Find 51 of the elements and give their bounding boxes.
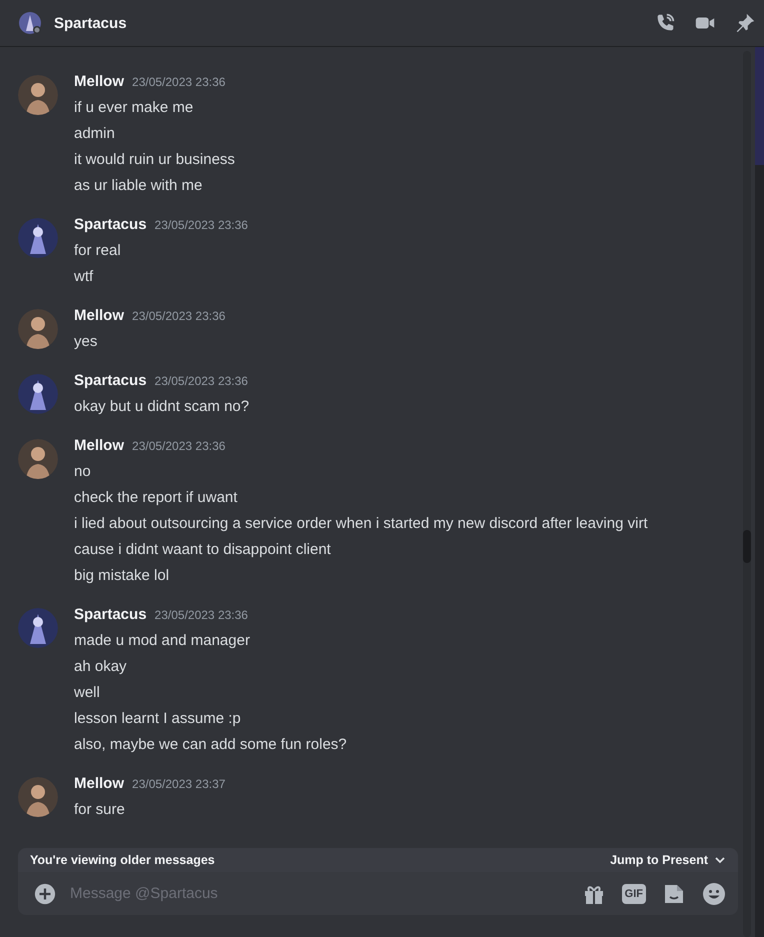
message-text: i lied about outsourcing a service order when i started my new discord after leaving virt (74, 514, 648, 534)
message-input[interactable]: Message @Spartacus GIF (18, 872, 738, 915)
message-text: admin (74, 124, 116, 144)
message-text: well (74, 683, 101, 703)
timestamp: 23/05/2023 23:37 (132, 777, 226, 791)
gif-button[interactable]: GIF (622, 884, 646, 904)
avatar-icon[interactable] (18, 777, 58, 817)
message-text: cause i didnt waant to disappoint client (74, 540, 332, 560)
message-text: for sure (74, 800, 126, 820)
author-name[interactable]: Spartacus (74, 372, 147, 389)
author-name[interactable]: Mellow (74, 437, 124, 454)
message-text: if u ever make me (74, 98, 194, 118)
message-text: made u mod and manager (74, 631, 251, 651)
message-text: okay but u didnt scam no? (74, 397, 250, 417)
scrollbar-thumb[interactable] (743, 530, 751, 563)
avatar-icon[interactable] (18, 75, 58, 115)
timestamp: 23/05/2023 23:36 (132, 75, 226, 89)
timestamp: 23/05/2023 23:36 (154, 374, 248, 388)
author-name[interactable]: Mellow (74, 307, 124, 324)
message-text: as ur liable with me (74, 176, 204, 196)
pin-icon[interactable] (734, 12, 756, 34)
timestamp: 23/05/2023 23:36 (132, 309, 226, 323)
message-text: wtf (74, 267, 94, 287)
avatar-icon[interactable] (18, 309, 58, 349)
author-name[interactable]: Spartacus (74, 606, 147, 623)
add-icon[interactable] (34, 882, 56, 904)
avatar-icon[interactable] (18, 218, 58, 258)
scrollbar-track[interactable] (743, 51, 751, 937)
message-text: ah okay (74, 657, 128, 677)
message-text: big mistake lol (74, 566, 170, 586)
timestamp: 23/05/2023 23:36 (154, 218, 248, 232)
message-text: for real (74, 241, 122, 261)
avatar-icon[interactable] (18, 374, 58, 414)
avatar-icon[interactable] (18, 439, 58, 479)
message-text: also, maybe we can add some fun roles? (74, 735, 347, 755)
jump-to-present-button[interactable]: Jump to Present (610, 853, 726, 867)
author-name[interactable]: Spartacus (74, 216, 147, 233)
message-text: check the report if uwant (74, 488, 238, 508)
message-text: it would ruin ur business (74, 150, 235, 170)
timestamp: 23/05/2023 23:36 (132, 439, 226, 453)
banner-text: You're viewing older messages (30, 853, 215, 867)
message-text: lesson learnt I assume :p (74, 709, 242, 729)
message-text: yes (74, 332, 98, 352)
author-name[interactable]: Mellow (74, 73, 124, 90)
emoji-icon[interactable] (702, 882, 726, 906)
user-avatar-icon[interactable] (18, 11, 42, 35)
avatar-icon[interactable] (18, 608, 58, 648)
channel-title: Spartacus (54, 14, 128, 32)
message-text: no (74, 462, 92, 482)
timestamp: 23/05/2023 23:36 (154, 608, 248, 622)
author-name[interactable]: Mellow (74, 775, 124, 792)
